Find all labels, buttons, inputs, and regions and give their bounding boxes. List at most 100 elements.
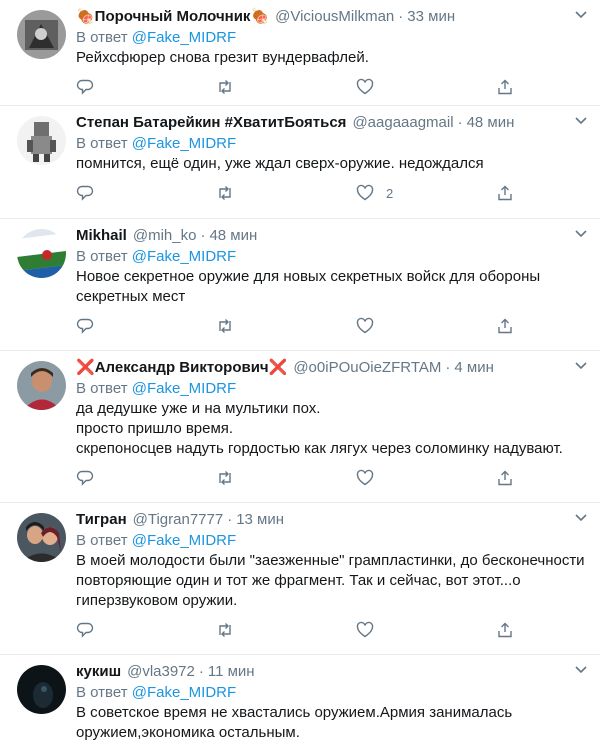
heart-icon <box>356 317 374 334</box>
like-count: 2 <box>386 185 394 201</box>
mention-link[interactable]: @Fake_MIDRF <box>132 248 236 265</box>
display-name[interactable]: 🍖Порочный Молочник🍖 <box>76 7 269 26</box>
retweet-icon <box>219 186 231 200</box>
tweet[interactable]: 🍖Порочный Молочник🍖 @ViciousMilkman · 33… <box>0 0 600 106</box>
like-button[interactable] <box>356 621 496 639</box>
reply-button[interactable] <box>76 317 216 335</box>
tweet-header: ❌Александр Викторович❌ @o0iPOuOieZFRTAM … <box>76 358 494 377</box>
tweet[interactable]: Степан Батарейкин #ХватитБояться @aagaaa… <box>0 106 600 219</box>
timestamp[interactable]: 11 мин <box>208 662 255 681</box>
timestamp[interactable]: 4 мин <box>454 358 494 377</box>
heart-icon <box>356 621 374 638</box>
reply-context: В ответ @Fake_MIDRF <box>76 248 237 265</box>
retweet-icon <box>219 80 231 94</box>
reply-button[interactable] <box>76 469 216 487</box>
reply-icon <box>76 79 94 95</box>
avatar[interactable] <box>17 513 66 562</box>
timestamp[interactable]: 13 мин <box>236 510 284 529</box>
share-icon <box>498 318 512 334</box>
reply-button[interactable] <box>76 184 216 202</box>
share-button[interactable] <box>496 621 514 639</box>
share-icon <box>498 622 512 638</box>
share-button[interactable] <box>496 184 514 202</box>
share-button[interactable] <box>496 78 514 96</box>
reply-context: В ответ @Fake_MIDRF <box>76 29 237 46</box>
avatar[interactable] <box>17 361 66 410</box>
chevron-down-icon[interactable] <box>574 116 588 126</box>
retweet-icon <box>219 471 231 485</box>
reply-button[interactable] <box>76 78 216 96</box>
avatar[interactable] <box>17 665 66 714</box>
retweet-button[interactable] <box>216 469 356 487</box>
tweet-text: В моей молодости были "заезженные" грамп… <box>76 552 585 609</box>
tweet[interactable]: Mikhail @mih_ko · 48 мин В ответ @Fake_M… <box>0 219 600 351</box>
display-name[interactable]: кукиш <box>76 662 121 681</box>
share-button[interactable] <box>496 317 514 335</box>
retweet-button[interactable] <box>216 78 356 96</box>
retweet-button[interactable] <box>216 317 356 335</box>
user-handle[interactable]: @vla3972 <box>127 662 195 681</box>
tweet-header: 🍖Порочный Молочник🍖 @ViciousMilkman · 33… <box>76 7 456 26</box>
avatar[interactable] <box>17 116 66 165</box>
tweet[interactable]: кукиш @vla3972 · 11 мин В ответ @Fake_MI… <box>0 655 600 749</box>
tweet-header: Mikhail @mih_ko · 48 мин <box>76 226 258 245</box>
reply-icon <box>76 470 94 486</box>
mention-link[interactable]: @Fake_MIDRF <box>132 684 236 701</box>
mention-link[interactable]: @Fake_MIDRF <box>132 532 236 549</box>
mention-link[interactable]: @Fake_MIDRF <box>132 380 236 397</box>
reply-icon <box>76 622 94 638</box>
display-name[interactable]: Mikhail <box>76 226 127 245</box>
tweet-text: Рейхсфюрер снова грезит вундервафлей. <box>76 49 369 66</box>
share-icon <box>498 185 512 201</box>
like-button[interactable] <box>356 317 496 335</box>
like-button[interactable] <box>356 469 496 487</box>
display-name[interactable]: Тигран <box>76 510 127 529</box>
tweet-header: Степан Батарейкин #ХватитБояться @aagaaa… <box>76 113 515 132</box>
reply-icon <box>76 185 94 201</box>
like-button[interactable] <box>356 78 496 96</box>
retweet-icon <box>219 319 231 333</box>
tweet[interactable]: ❌Александр Викторович❌ @o0iPOuOieZFRTAM … <box>0 351 600 503</box>
timestamp[interactable]: 48 мин <box>209 226 257 245</box>
heart-icon <box>356 184 374 201</box>
tweet-actions: 2 <box>76 174 590 210</box>
user-handle[interactable]: @ViciousMilkman <box>275 7 394 26</box>
user-handle[interactable]: @aagaaagmail <box>352 113 453 132</box>
chevron-down-icon[interactable] <box>574 665 588 675</box>
display-name[interactable]: Степан Батарейкин #ХватитБояться <box>76 113 346 132</box>
tweet-text: помнится, ещё один, уже ждал сверх-оружи… <box>76 155 484 172</box>
reply-feed: 🍖Порочный Молочник🍖 @ViciousMilkman · 33… <box>0 0 600 749</box>
reply-button[interactable] <box>76 621 216 639</box>
tweet-actions <box>76 307 590 343</box>
user-handle[interactable]: @o0iPOuOieZFRTAM <box>293 358 441 377</box>
tweet-text: Новое секретное оружие для новых секретн… <box>76 268 541 305</box>
mention-link[interactable]: @Fake_MIDRF <box>132 135 236 152</box>
share-icon <box>498 79 512 95</box>
reply-context: В ответ @Fake_MIDRF <box>76 532 237 549</box>
timestamp[interactable]: 33 мин <box>407 7 455 26</box>
share-button[interactable] <box>496 469 514 487</box>
chevron-down-icon[interactable] <box>574 361 588 371</box>
display-name[interactable]: ❌Александр Викторович❌ <box>76 358 287 377</box>
tweet[interactable]: Тигран @Tigran7777 · 13 мин В ответ @Fak… <box>0 503 600 655</box>
user-handle[interactable]: @mih_ko <box>133 226 197 245</box>
retweet-button[interactable] <box>216 184 356 202</box>
cross-mark-icon: ❌ <box>76 359 95 376</box>
tweet-actions <box>76 611 590 647</box>
avatar[interactable] <box>17 229 66 278</box>
share-icon <box>498 470 512 486</box>
chevron-down-icon[interactable] <box>574 10 588 20</box>
chevron-down-icon[interactable] <box>574 513 588 523</box>
tweet-header: кукиш @vla3972 · 11 мин <box>76 662 255 681</box>
chevron-down-icon[interactable] <box>574 229 588 239</box>
tweet-header: Тигран @Tigran7777 · 13 мин <box>76 510 285 529</box>
retweet-button[interactable] <box>216 621 356 639</box>
tweet-actions <box>76 459 590 495</box>
mention-link[interactable]: @Fake_MIDRF <box>132 29 236 46</box>
reply-context: В ответ @Fake_MIDRF <box>76 380 237 397</box>
avatar[interactable] <box>17 10 66 59</box>
retweet-icon <box>219 623 231 637</box>
timestamp[interactable]: 48 мин <box>467 113 515 132</box>
user-handle[interactable]: @Tigran7777 <box>133 510 224 529</box>
like-button[interactable]: 2 <box>356 184 496 202</box>
